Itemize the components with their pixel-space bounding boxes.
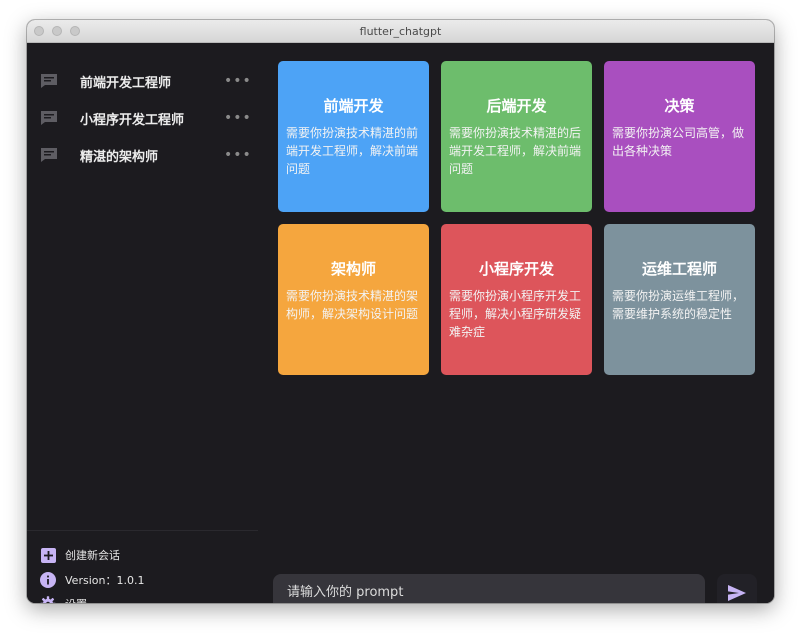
role-card[interactable]: 小程序开发 需要你扮演小程序开发工程师，解决小程序研发疑难杂症 [441,224,592,375]
more-options-icon[interactable]: ••• [224,110,252,126]
window-title: flutter_chatgpt [359,24,442,38]
conversation-item[interactable]: 小程序开发工程师 ••• [27,100,258,136]
role-card-description: 需要你扮演小程序开发工程师，解决小程序研发疑难杂症 [449,289,582,339]
gear-icon [40,596,56,603]
settings-button[interactable]: 设置 [40,594,87,603]
conversation-label: 小程序开发工程师 [80,112,185,128]
info-icon [40,572,56,588]
conversation-label: 前端开发工程师 [80,75,172,91]
conversation-item[interactable]: 前端开发工程师 ••• [27,63,258,99]
sidebar-divider [27,530,258,531]
prompt-input[interactable] [285,584,689,601]
role-card-description: 需要你扮演技术精湛的后端开发工程师，解决前端问题 [449,126,582,176]
prompt-input-container [273,574,705,603]
minimize-window-button[interactable] [52,26,62,36]
role-card[interactable]: 后端开发 需要你扮演技术精湛的后端开发工程师，解决前端问题 [441,61,592,212]
window-controls [34,26,80,36]
settings-label: 设置 [65,596,87,603]
role-card-title: 架构师 [330,260,376,278]
chat-icon [41,148,57,162]
chat-icon [41,74,57,88]
more-options-icon[interactable]: ••• [224,147,252,163]
new-chat-button[interactable]: 创建新会话 [40,545,120,565]
new-chat-label: 创建新会话 [65,549,120,562]
role-card-title: 前端开发 [323,97,384,115]
add-box-icon [40,547,56,563]
conversation-item[interactable]: 精湛的架构师 ••• [27,137,258,173]
role-card-description: 需要你扮演技术精湛的架构师，解决架构设计问题 [286,289,419,321]
chat-icon [41,111,57,125]
role-card-title: 小程序开发 [478,260,554,278]
conversation-label: 精湛的架构师 [80,149,159,165]
version-label: Version：1.0.1 [65,574,145,587]
role-card-description: 需要你扮演公司高管，做出各种决策 [612,126,745,158]
zoom-window-button[interactable] [70,26,80,36]
send-icon [728,584,746,601]
sidebar: 前端开发工程师 ••• 小程序开发工程师 ••• 精湛的架构师 ••• 创建新会… [27,43,258,603]
close-window-button[interactable] [34,26,44,36]
role-card[interactable]: 架构师 需要你扮演技术精湛的架构师，解决架构设计问题 [278,224,429,375]
title-bar: flutter_chatgpt [27,20,774,43]
role-card[interactable]: 决策 需要你扮演公司高管，做出各种决策 [604,61,755,212]
send-button[interactable] [717,574,757,603]
role-card-description: 需要你扮演运维工程师，需要维护系统的稳定性 [612,289,745,321]
role-card-description: 需要你扮演技术精湛的前端开发工程师，解决前端问题 [286,126,419,176]
role-card-title: 运维工程师 [641,260,717,278]
main-panel: 前端开发 需要你扮演技术精湛的前端开发工程师，解决前端问题 后端开发 需要你扮演… [258,43,774,603]
more-options-icon[interactable]: ••• [224,73,252,89]
role-card-title: 决策 [664,97,695,115]
version-info: Version：1.0.1 [40,570,144,590]
app-window: flutter_chatgpt 前端开发工程师 ••• 小程序开发工程师 ••• [27,20,774,603]
role-card[interactable]: 运维工程师 需要你扮演运维工程师，需要维护系统的稳定性 [604,224,755,375]
role-card-title: 后端开发 [486,97,547,115]
role-card[interactable]: 前端开发 需要你扮演技术精湛的前端开发工程师，解决前端问题 [278,61,429,212]
